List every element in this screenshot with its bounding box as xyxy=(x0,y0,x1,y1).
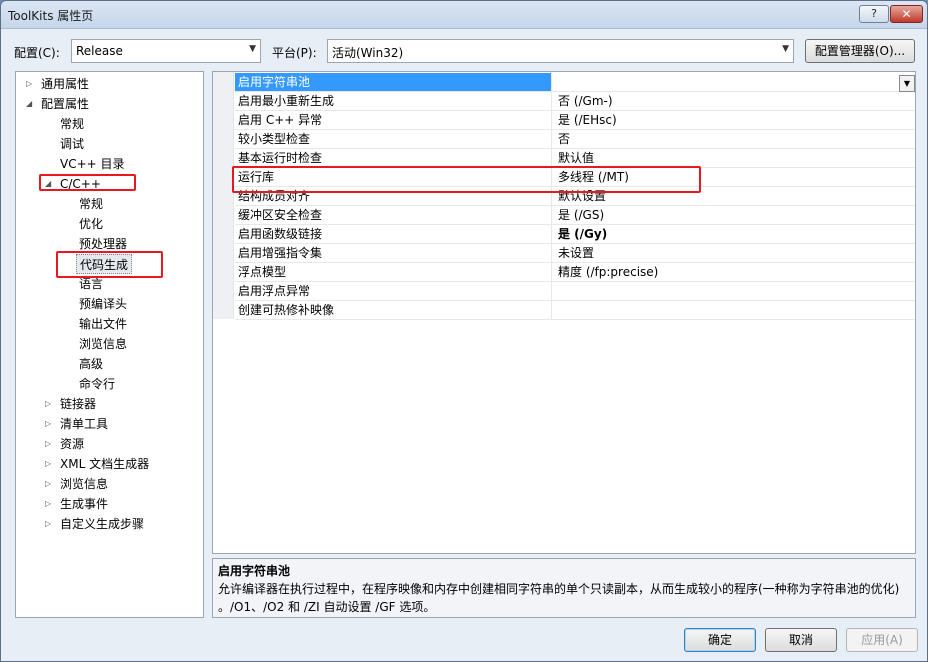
config-value: Release xyxy=(76,44,123,58)
tree-item-output-files[interactable]: 输出文件 xyxy=(79,314,127,334)
grid-row-cpp-exceptions[interactable]: 启用 C++ 异常 是 (/EHsc) xyxy=(235,111,915,130)
grid-gutter xyxy=(213,72,234,319)
description-line-2: 。/O1、/O2 和 /ZI 自动设置 /GF 选项。 xyxy=(218,600,436,614)
expand-icon[interactable]: ▷ xyxy=(45,434,51,454)
window-title: ToolKits 属性页 xyxy=(8,9,94,23)
config-manager-button[interactable]: 配置管理器(O)... xyxy=(805,39,915,63)
property-name: 创建可热修补映像 xyxy=(235,301,552,319)
platform-value: 活动(Win32) xyxy=(332,46,404,60)
help-button[interactable]: ? xyxy=(859,5,889,23)
tree-item-label: 通用属性 xyxy=(41,77,90,91)
grid-row-hotpatchable-image[interactable]: 创建可热修补映像 xyxy=(235,301,915,320)
property-value[interactable]: 是 (/EHsc) xyxy=(555,111,913,129)
property-name: 启用浮点异常 xyxy=(235,282,552,300)
expand-icon[interactable]: ▷ xyxy=(45,474,51,494)
property-name: 启用函数级链接 xyxy=(235,225,552,243)
grid-row-function-level-linking[interactable]: 启用函数级链接 是 (/Gy) xyxy=(235,225,915,244)
property-name: 缓冲区安全检查 xyxy=(235,206,552,224)
description-panel: 启用字符串池 允许编译器在执行过程中，在程序映像和内存中创建相同字符串的单个只读… xyxy=(212,558,916,618)
tree-item-advanced[interactable]: 高级 xyxy=(79,354,103,374)
property-value[interactable] xyxy=(555,73,913,91)
apply-button[interactable]: 应用(A) xyxy=(846,628,918,652)
grid-row-enhanced-instruction-set[interactable]: 启用增强指令集 未设置 xyxy=(235,244,915,263)
config-label: 配置(C): xyxy=(14,46,60,60)
expand-icon[interactable]: ▷ xyxy=(45,494,51,514)
annotation-highlight-code-generation xyxy=(56,251,163,278)
tree-item-label: 链接器 xyxy=(60,397,97,411)
grid-row-minimal-rebuild[interactable]: 启用最小重新生成 否 (/Gm-) xyxy=(235,92,915,111)
tree-item-label: 自定义生成步骤 xyxy=(60,517,145,531)
ok-button[interactable]: 确定 xyxy=(684,628,756,652)
tree-item-cpp-general[interactable]: 常规 xyxy=(79,194,103,214)
tree-item-precompiled-headers[interactable]: 预编译头 xyxy=(79,294,127,314)
tree-item-label: XML 文档生成器 xyxy=(60,457,150,471)
property-value[interactable] xyxy=(555,301,913,319)
grid-row-buffer-security-check[interactable]: 缓冲区安全检查 是 (/GS) xyxy=(235,206,915,225)
property-value[interactable] xyxy=(555,282,913,300)
expand-icon[interactable]: ▷ xyxy=(26,74,32,94)
config-select[interactable]: Release ▼ xyxy=(71,39,261,63)
tree-item-optimization[interactable]: 优化 xyxy=(79,214,103,234)
expand-icon[interactable]: ▷ xyxy=(45,414,51,434)
tree-item-label: 浏览信息 xyxy=(60,477,109,491)
tree-item-label: 生成事件 xyxy=(60,497,109,511)
description-line-1: 允许编译器在执行过程中，在程序映像和内存中创建相同字符串的单个只读副本，从而生成… xyxy=(218,582,900,596)
tree-item-vc-directories[interactable]: VC++ 目录 xyxy=(60,154,125,174)
tree-item-command-line[interactable]: 命令行 xyxy=(79,374,115,394)
grid-row-string-pooling[interactable]: 启用字符串池 xyxy=(235,73,915,92)
property-name: 启用 C++ 异常 xyxy=(235,111,552,129)
tree-item-browse-info[interactable]: 浏览信息 xyxy=(79,334,127,354)
property-name: 基本运行时检查 xyxy=(235,149,552,167)
property-value[interactable]: 是 (/GS) xyxy=(555,206,913,224)
platform-select[interactable]: 活动(Win32) ▼ xyxy=(327,39,794,63)
property-value[interactable]: 精度 (/fp:precise) xyxy=(555,263,913,281)
property-name: 浮点模型 xyxy=(235,263,552,281)
chevron-down-icon: ▼ xyxy=(249,44,256,54)
tree-item-general[interactable]: 常规 xyxy=(60,114,84,134)
expand-icon[interactable]: ▷ xyxy=(45,514,51,534)
expand-icon[interactable]: ▷ xyxy=(45,454,51,474)
tree-item-debugging[interactable]: 调试 xyxy=(60,134,84,154)
property-tree[interactable]: ▷ 通用属性 ◢ 配置属性 常规 调试 VC++ 目录 ◢ C/C++ 常规 优… xyxy=(15,71,204,618)
property-name: 启用最小重新生成 xyxy=(235,92,552,110)
platform-label: 平台(P): xyxy=(272,46,317,60)
cancel-button[interactable]: 取消 xyxy=(765,628,837,652)
collapse-icon[interactable]: ◢ xyxy=(26,94,32,114)
grid-row-floating-point-model[interactable]: 浮点模型 精度 (/fp:precise) xyxy=(235,263,915,282)
annotation-highlight-runtime-library xyxy=(232,166,701,193)
tree-item-label: 清单工具 xyxy=(60,417,109,431)
tree-item-label: 资源 xyxy=(60,437,85,451)
grid-row-floating-point-exceptions[interactable]: 启用浮点异常 xyxy=(235,282,915,301)
tree-item-label: 配置属性 xyxy=(41,97,90,111)
property-value[interactable]: 否 xyxy=(555,130,913,148)
property-grid[interactable]: 启用字符串池 ▼ 启用最小重新生成 否 (/Gm-) 启用 C++ 异常 是 (… xyxy=(212,71,916,554)
property-value[interactable]: 否 (/Gm-) xyxy=(555,92,913,110)
property-value[interactable]: 默认值 xyxy=(555,149,913,167)
property-value[interactable]: 是 (/Gy) xyxy=(555,225,913,243)
property-name: 启用增强指令集 xyxy=(235,244,552,262)
close-button[interactable]: ✕ xyxy=(890,5,923,23)
property-pages-window: ToolKits 属性页 ? ✕ 配置(C): Release ▼ 平台(P):… xyxy=(0,0,928,662)
value-dropdown-button[interactable]: ▼ xyxy=(899,75,915,92)
property-value[interactable]: 未设置 xyxy=(555,244,913,262)
description-title: 启用字符串池 xyxy=(218,564,291,578)
annotation-highlight-c-cpp xyxy=(39,174,136,191)
grid-row-smaller-type-check[interactable]: 较小类型检查 否 xyxy=(235,130,915,149)
title-bar: ToolKits 属性页 ? ✕ xyxy=(1,1,927,29)
expand-icon[interactable]: ▷ xyxy=(45,394,51,414)
property-name: 较小类型检查 xyxy=(235,130,552,148)
chevron-down-icon: ▼ xyxy=(782,44,789,54)
property-name: 启用字符串池 xyxy=(235,73,552,91)
